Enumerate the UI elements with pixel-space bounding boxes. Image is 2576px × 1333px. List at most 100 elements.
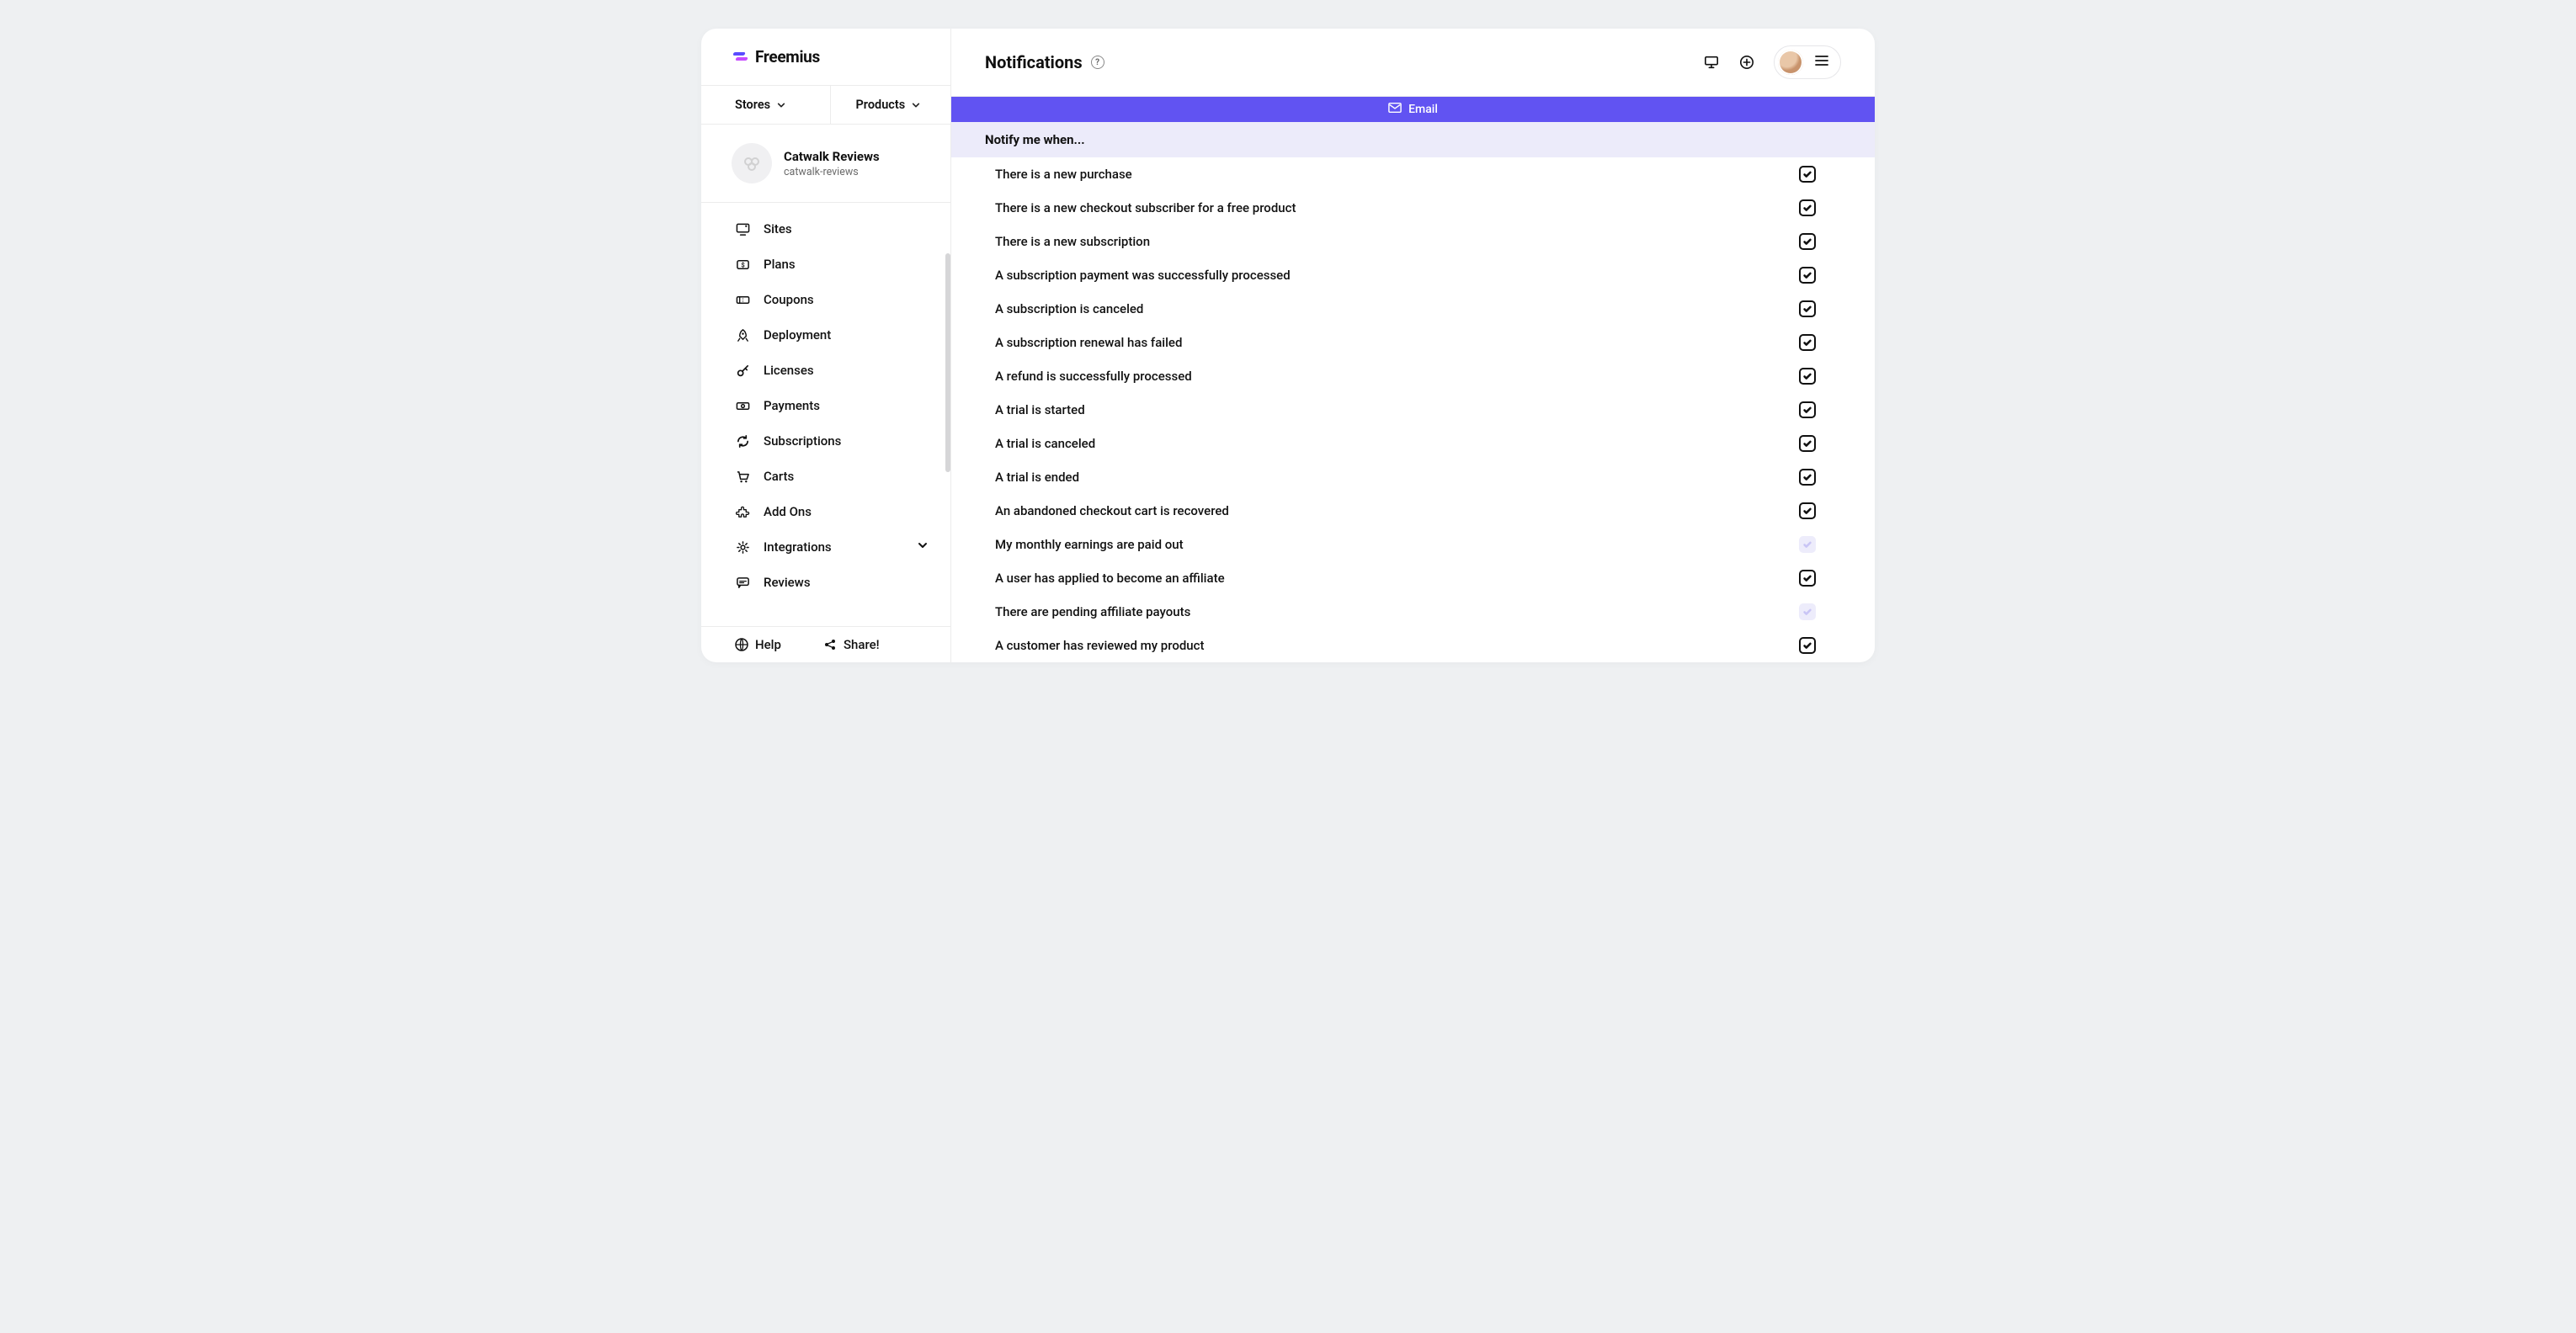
sidebar-item-label: Add Ons xyxy=(764,504,812,519)
notification-label: A user has applied to become an affiliat… xyxy=(995,571,1225,586)
notification-row: There is a new purchase xyxy=(951,157,1875,191)
store-texts: Catwalk Reviews catwalk-reviews xyxy=(784,149,880,178)
chevron-down-icon xyxy=(777,101,785,109)
notification-checkbox[interactable] xyxy=(1799,401,1816,418)
user-menu[interactable] xyxy=(1774,45,1841,79)
puzzle-icon xyxy=(735,504,750,519)
notification-label: An abandoned checkout cart is recovered xyxy=(995,503,1229,518)
pricing-icon: $ xyxy=(735,257,750,272)
sidebar-item-plans[interactable]: $ Plans xyxy=(701,247,950,282)
notification-checkbox[interactable] xyxy=(1799,199,1816,216)
notification-checkbox[interactable] xyxy=(1799,334,1816,351)
notification-label: A trial is started xyxy=(995,402,1085,417)
notification-row: There is a new subscription xyxy=(951,225,1875,258)
help-link[interactable]: Help xyxy=(735,637,781,652)
notification-row: A subscription renewal has failed xyxy=(951,326,1875,359)
notification-checkbox[interactable] xyxy=(1799,166,1816,183)
notification-checkbox[interactable] xyxy=(1799,368,1816,385)
notification-row: A refund is successfully processed xyxy=(951,359,1875,393)
notification-checkbox[interactable] xyxy=(1799,300,1816,317)
notification-checkbox[interactable] xyxy=(1799,435,1816,452)
svg-text:$: $ xyxy=(741,261,744,268)
sidebar-item-label: Sites xyxy=(764,221,792,236)
notification-checkbox[interactable] xyxy=(1799,267,1816,284)
sidebar-item-sites[interactable]: Sites xyxy=(701,211,950,247)
page-title: Notifications xyxy=(985,52,1083,72)
sidebar-nav: Sites $ Plans Coupons Deployment Licenses Paym… xyxy=(701,203,950,626)
store-avatar-icon xyxy=(732,143,772,183)
sidebar-item-coupons[interactable]: Coupons xyxy=(701,282,950,317)
mail-icon xyxy=(1388,102,1402,117)
share-icon xyxy=(823,638,837,651)
chat-icon xyxy=(735,575,750,590)
notification-label: There are pending affiliate payouts xyxy=(995,604,1190,619)
cart-icon xyxy=(735,469,750,484)
app-frame: Freemius Stores Products Catwalk Revie xyxy=(701,29,1875,662)
sidebar-item-label: Integrations xyxy=(764,539,832,555)
stores-selector[interactable]: Stores xyxy=(701,86,830,124)
store-name: Catwalk Reviews xyxy=(784,149,880,164)
globe-icon xyxy=(735,638,748,651)
ticket-icon xyxy=(735,292,750,307)
sidebar-item-label: Subscriptions xyxy=(764,433,841,449)
chevron-down-icon xyxy=(917,539,929,555)
sidebar-item-reviews[interactable]: Reviews xyxy=(701,565,950,600)
notification-row: There are pending affiliate payouts xyxy=(951,595,1875,629)
brand-logo[interactable]: Freemius xyxy=(701,29,950,86)
products-selector-label: Products xyxy=(856,98,906,112)
sidebar-item-payments[interactable]: Payments xyxy=(701,388,950,423)
sidebar-item-label: Carts xyxy=(764,469,794,484)
monitor-icon xyxy=(735,221,750,236)
help-label: Help xyxy=(755,637,781,652)
sidebar-item-carts[interactable]: Carts xyxy=(701,459,950,494)
notification-list: There is a new purchase There is a new ch… xyxy=(951,157,1875,662)
notification-label: A subscription is canceled xyxy=(995,301,1143,316)
sidebar-selectors: Stores Products xyxy=(701,86,950,125)
gear-icon xyxy=(735,539,750,555)
notification-label: There is a new purchase xyxy=(995,167,1132,182)
share-label: Share! xyxy=(844,637,880,652)
sidebar-bottom: Help Share! xyxy=(701,626,950,662)
sidebar-item-integrations[interactable]: Integrations xyxy=(701,529,950,565)
notification-checkbox[interactable] xyxy=(1799,570,1816,587)
notification-label: A trial is canceled xyxy=(995,436,1095,451)
notification-checkbox[interactable] xyxy=(1799,637,1816,654)
sidebar-item-subscriptions[interactable]: Subscriptions xyxy=(701,423,950,459)
notification-row: A trial is started xyxy=(951,393,1875,427)
rocket-icon xyxy=(735,327,750,343)
sidebar-item-label: Plans xyxy=(764,257,796,272)
sidebar: Freemius Stores Products Catwalk Revie xyxy=(701,29,951,662)
sidebar-item-label: Payments xyxy=(764,398,820,413)
notification-label: A subscription payment was successfully … xyxy=(995,268,1291,283)
presentation-icon[interactable] xyxy=(1703,54,1720,71)
notification-label: A subscription renewal has failed xyxy=(995,335,1182,350)
section-header: Notify me when... xyxy=(951,122,1875,157)
sidebar-item-licenses[interactable]: Licenses xyxy=(701,353,950,388)
notification-row: There is a new checkout subscriber for a… xyxy=(951,191,1875,225)
sidebar-item-add-ons[interactable]: Add Ons xyxy=(701,494,950,529)
sidebar-item-label: Deployment xyxy=(764,327,831,343)
sidebar-item-label: Coupons xyxy=(764,292,814,307)
hamburger-icon xyxy=(1815,55,1828,70)
products-selector[interactable]: Products xyxy=(830,86,951,124)
notification-checkbox[interactable] xyxy=(1799,469,1816,486)
key-icon xyxy=(735,363,750,378)
notification-checkbox[interactable] xyxy=(1799,502,1816,519)
notification-row: A subscription payment was successfully … xyxy=(951,258,1875,292)
store-slug: catwalk-reviews xyxy=(784,166,880,178)
notification-label: There is a new checkout subscriber for a… xyxy=(995,200,1296,215)
notification-row: A trial is ended xyxy=(951,460,1875,494)
sidebar-item-label: Licenses xyxy=(764,363,814,378)
tab-email[interactable]: Email xyxy=(951,97,1875,122)
main: Notifications ? xyxy=(951,29,1875,662)
current-store[interactable]: Catwalk Reviews catwalk-reviews xyxy=(701,125,950,203)
notification-checkbox xyxy=(1799,536,1816,553)
notification-checkbox[interactable] xyxy=(1799,233,1816,250)
scrollbar[interactable] xyxy=(945,253,950,472)
sidebar-item-deployment[interactable]: Deployment xyxy=(701,317,950,353)
notification-label: There is a new subscription xyxy=(995,234,1150,249)
notification-label: A customer has reviewed my product xyxy=(995,638,1204,653)
add-icon[interactable] xyxy=(1738,54,1755,71)
help-icon[interactable]: ? xyxy=(1091,56,1104,69)
share-link[interactable]: Share! xyxy=(823,637,880,652)
